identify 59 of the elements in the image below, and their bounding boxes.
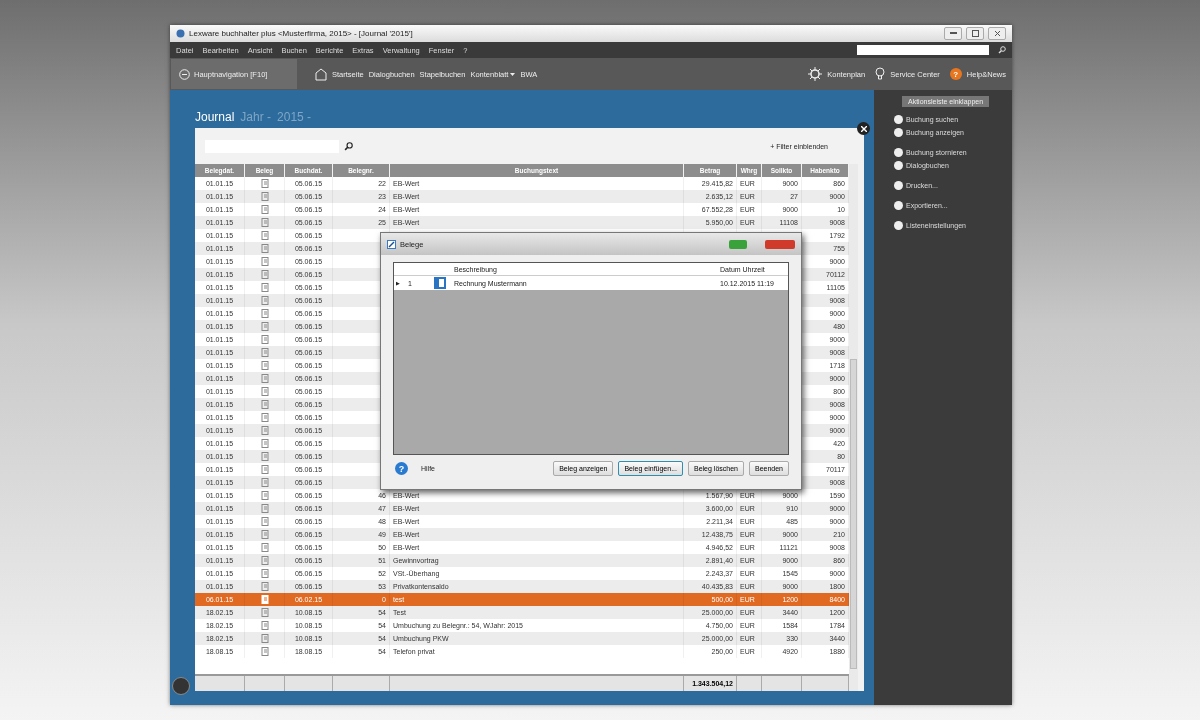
document-icon[interactable] (260, 322, 269, 331)
document-icon[interactable] (260, 179, 269, 188)
document-icon[interactable] (260, 465, 269, 474)
minimize-icon (949, 32, 957, 35)
document-icon[interactable] (260, 348, 269, 357)
document-icon[interactable] (260, 478, 269, 487)
document-icon[interactable] (260, 530, 269, 539)
document-icon[interactable] (260, 192, 269, 201)
document-icon[interactable] (260, 296, 269, 305)
window-title: Lexware buchhalter plus <Musterfirma, 2015> - [Journal '2015'] (189, 29, 414, 38)
year-label: Jahr - (240, 110, 272, 124)
document-icon[interactable] (260, 231, 269, 240)
document-icon[interactable] (260, 413, 269, 422)
close-icon[interactable] (857, 122, 870, 135)
document-icon[interactable] (260, 283, 269, 292)
page-title: Journal (195, 110, 235, 124)
document-icon[interactable] (260, 582, 269, 591)
document-icon[interactable] (260, 543, 269, 552)
document-icon[interactable] (260, 556, 269, 565)
document-icon[interactable] (260, 270, 269, 279)
search-icon[interactable] (998, 46, 1006, 54)
document-icon[interactable] (260, 361, 269, 370)
caret-icon (510, 72, 516, 76)
document-icon[interactable] (260, 400, 269, 409)
document-icon[interactable] (260, 647, 269, 656)
document-icon[interactable] (260, 608, 269, 617)
minimize-button[interactable] (944, 27, 962, 40)
document-icon[interactable] (260, 452, 269, 461)
restore-button[interactable] (966, 27, 984, 40)
document-icon[interactable] (260, 621, 269, 630)
gear-icon (808, 67, 823, 81)
document-icon[interactable] (260, 634, 269, 643)
document-icon[interactable] (260, 504, 269, 513)
help-icon[interactable]: ? (395, 462, 408, 475)
close-icon (993, 30, 1001, 37)
document-icon[interactable] (260, 569, 269, 578)
search-field[interactable] (857, 45, 989, 55)
document-icon[interactable] (260, 335, 269, 344)
document-icon[interactable] (260, 374, 269, 383)
document-icon[interactable] (260, 218, 269, 227)
restore-icon (971, 30, 979, 37)
document-icon[interactable] (260, 205, 269, 214)
document-icon[interactable] (260, 387, 269, 396)
close-button[interactable] (988, 27, 1006, 40)
home-icon[interactable] (315, 67, 327, 81)
help-badge: ? (949, 68, 962, 80)
search-icon[interactable] (344, 141, 353, 151)
document-icon[interactable] (260, 244, 269, 253)
document-icon[interactable] (260, 309, 269, 318)
document-icon[interactable] (260, 426, 269, 435)
app-icon (176, 29, 185, 38)
document-icon[interactable] (260, 491, 269, 500)
scrollbar[interactable] (849, 164, 858, 691)
document-icon[interactable] (260, 439, 269, 448)
pen-icon (387, 239, 396, 249)
lightbulb-icon (875, 67, 886, 81)
close-button[interactable] (765, 239, 795, 249)
document-icon[interactable] (260, 257, 269, 266)
document-icon[interactable] (260, 517, 269, 526)
